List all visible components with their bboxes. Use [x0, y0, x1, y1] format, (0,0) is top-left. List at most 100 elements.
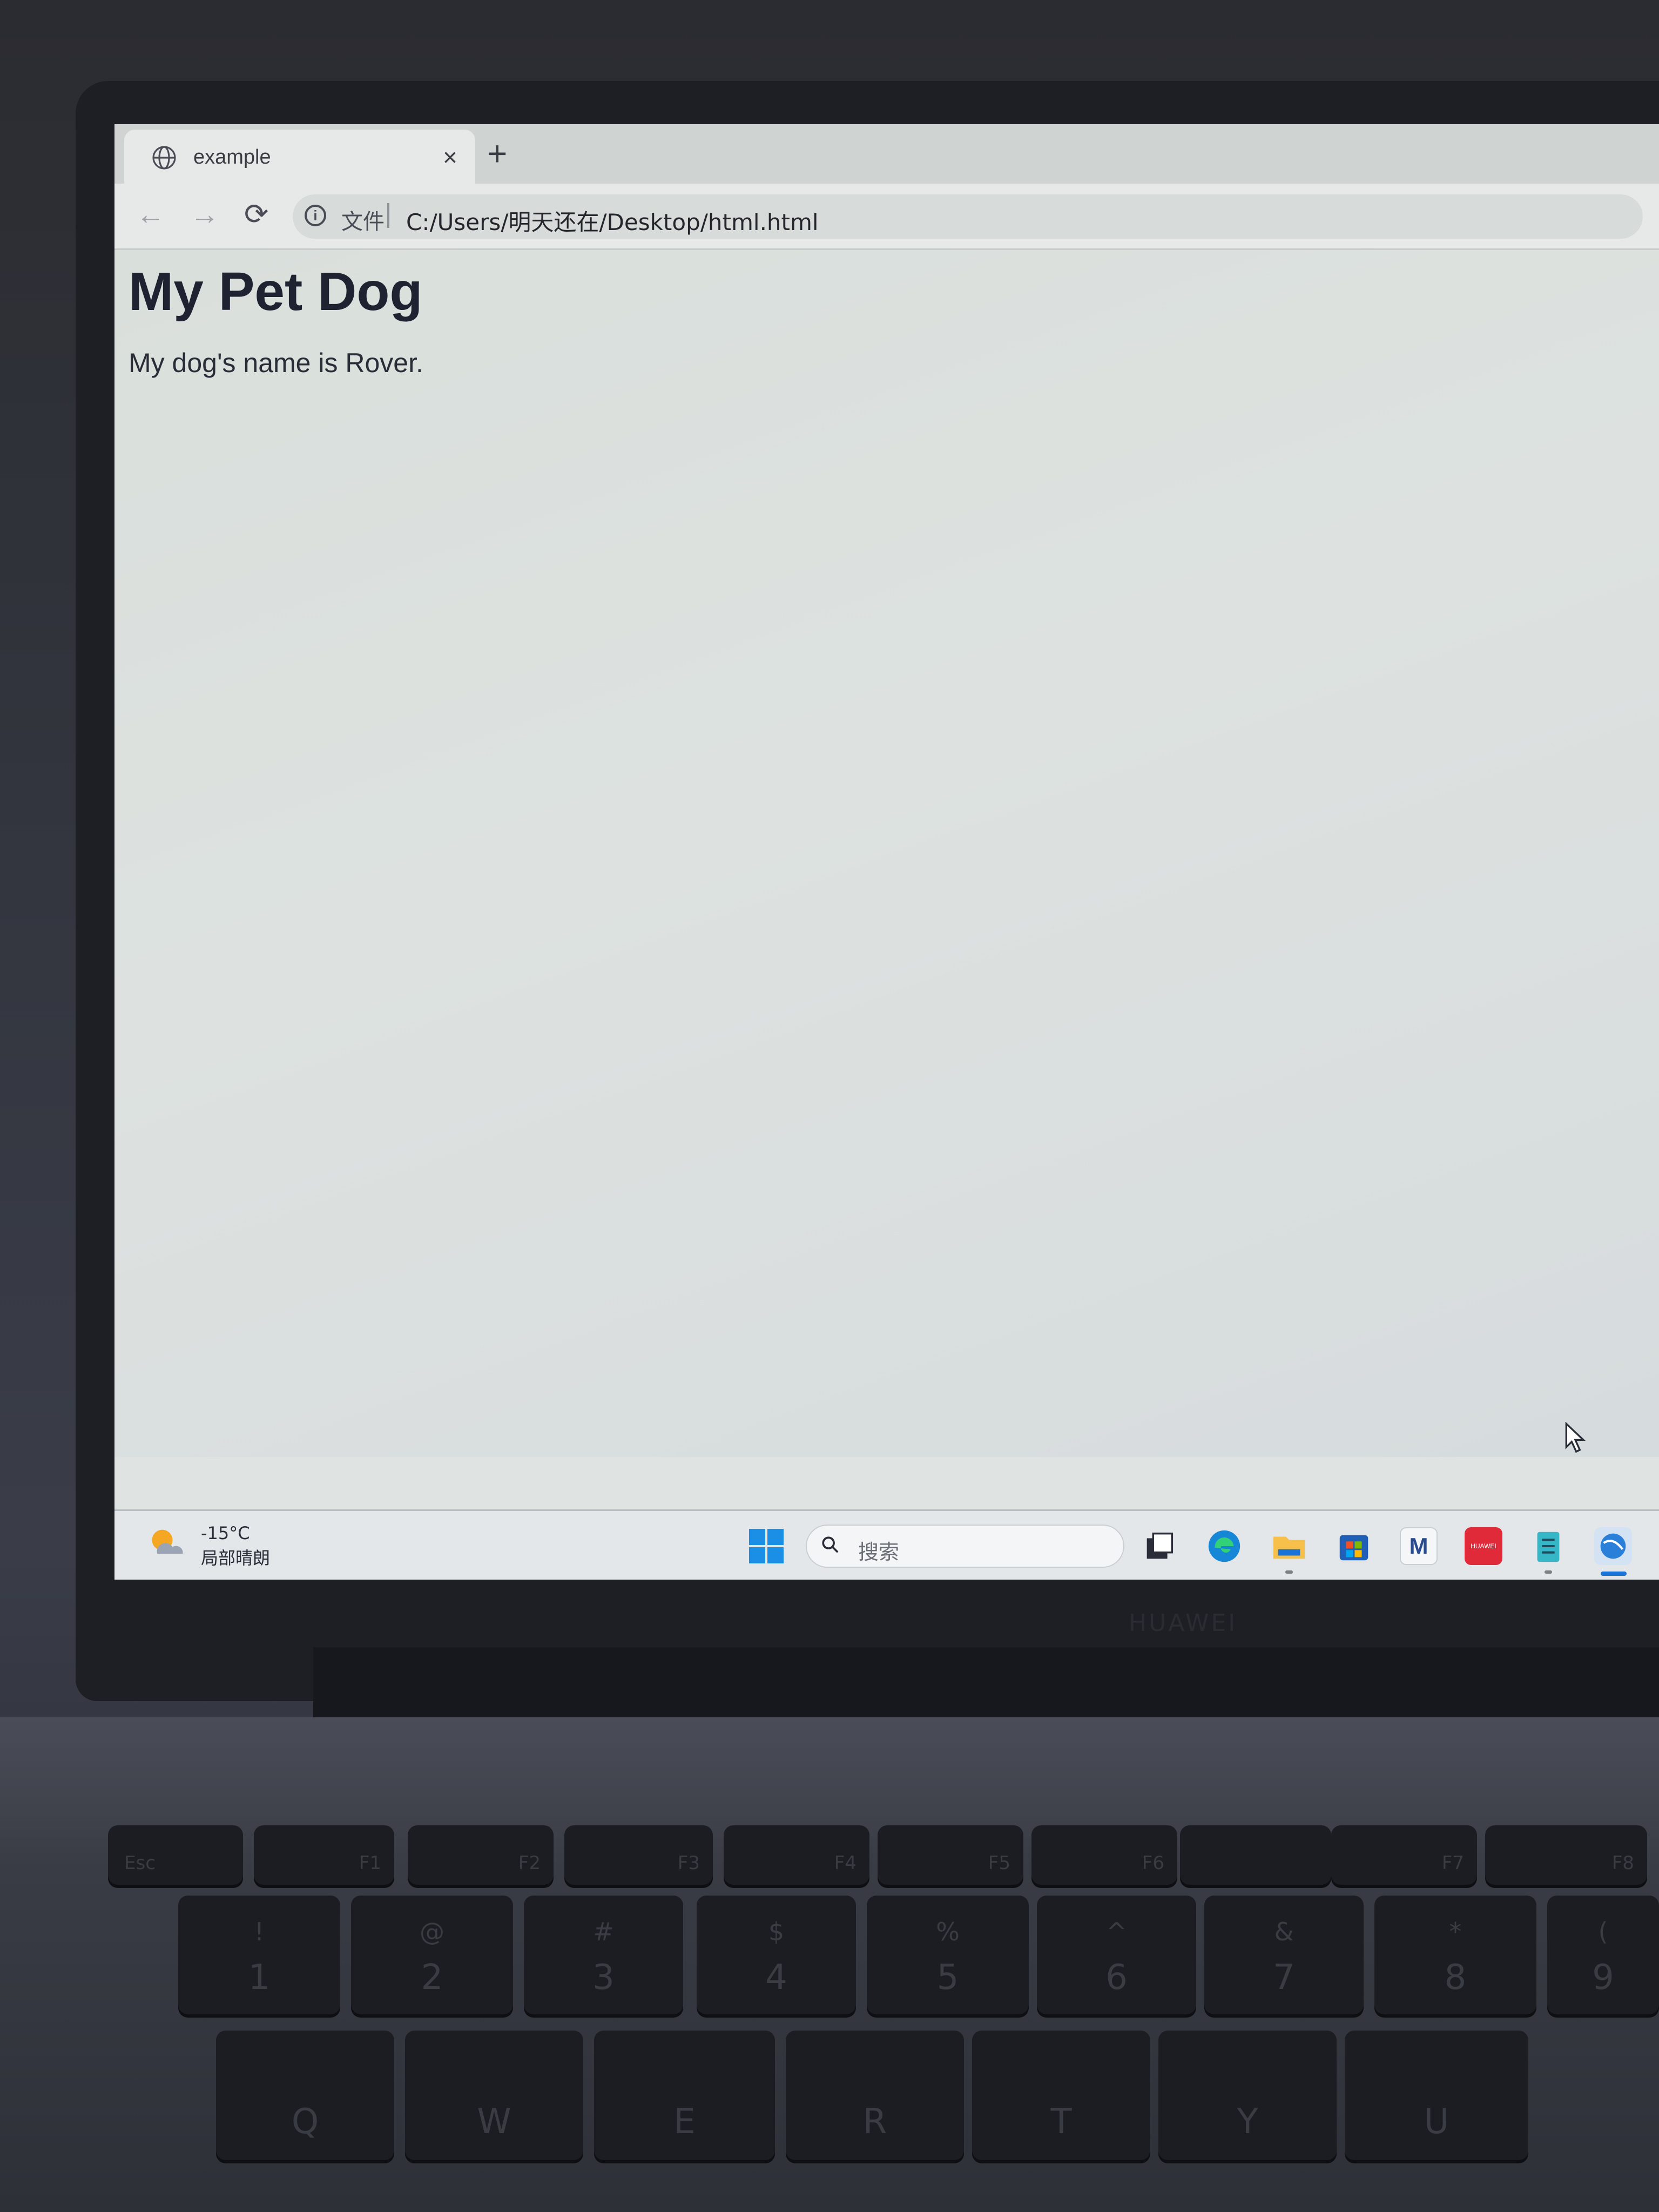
key-label: Y [1237, 2102, 1258, 2142]
start-tile [767, 1547, 784, 1563]
file-explorer-icon[interactable] [1270, 1527, 1308, 1565]
key-label: 8 [1444, 1958, 1467, 1998]
key-8[interactable]: * 8 [1374, 1896, 1536, 2014]
key-label: F6 [1142, 1852, 1164, 1874]
key-1[interactable]: ! 1 [178, 1896, 340, 2014]
key-f5[interactable]: F5 [878, 1825, 1023, 1885]
key-label: F5 [988, 1852, 1010, 1874]
key-w[interactable]: W [405, 2031, 583, 2160]
key-f3[interactable]: F3 [564, 1825, 713, 1885]
start-tile [749, 1547, 765, 1563]
tab-example[interactable]: example × [124, 130, 475, 184]
active-browser-icon[interactable] [1594, 1527, 1632, 1565]
photo-background: Esc F1 F2 F3 F4 F5 F6 F7 F8 ! 1 @2 #3 $4 … [0, 0, 1659, 2212]
key-label: Esc [124, 1852, 156, 1874]
key-9[interactable]: (9 [1547, 1896, 1659, 2014]
huawei-appgallery-icon[interactable]: HUAWEI [1465, 1527, 1502, 1565]
key-shift-label: ! [254, 1917, 265, 1946]
globe-icon [152, 146, 176, 170]
key-u[interactable]: U [1345, 2031, 1528, 2160]
reload-button[interactable]: ⟳ [244, 200, 268, 229]
new-tab-button[interactable]: + [487, 136, 507, 171]
key-r[interactable]: R [786, 2031, 964, 2160]
key-label: R [862, 2102, 887, 2142]
key-label: 5 [936, 1958, 959, 1998]
page-title: My Pet Dog [129, 261, 423, 322]
key-f4[interactable]: F4 [724, 1825, 869, 1885]
key-label: F4 [834, 1852, 857, 1874]
key-camera[interactable] [1180, 1825, 1331, 1885]
start-button[interactable] [749, 1529, 784, 1563]
taskbar-search[interactable]: 搜索 [806, 1525, 1124, 1568]
mouse-cursor-icon [1565, 1422, 1586, 1453]
address-separator [387, 203, 389, 228]
key-3[interactable]: #3 [524, 1896, 683, 2014]
key-label: 9 [1592, 1958, 1614, 1998]
weather-partly-sunny-icon[interactable] [147, 1523, 188, 1564]
key-shift-label: # [593, 1917, 614, 1946]
key-7[interactable]: & 7 [1204, 1896, 1364, 2014]
laptop-screen: example × + ← → ⟳ i 文件 C:/Users/明天还在/Des… [114, 124, 1659, 1580]
key-label: 7 [1273, 1958, 1295, 1998]
laptop-hinge [313, 1647, 1659, 1717]
key-label: E [673, 2102, 696, 2142]
taskbar: -15°C 局部晴朗 搜索 M HUAWEI [114, 1509, 1659, 1580]
key-label: F8 [1611, 1852, 1634, 1874]
m-app-icon[interactable]: M [1400, 1527, 1438, 1565]
tab-close-icon[interactable]: × [443, 143, 457, 172]
key-label: T [1050, 2102, 1072, 2142]
key-shift-label: ( [1598, 1917, 1608, 1946]
key-t[interactable]: T [972, 2031, 1150, 2160]
key-2[interactable]: @2 [351, 1896, 513, 2014]
edge-browser-icon[interactable] [1205, 1527, 1243, 1565]
key-f6[interactable]: F6 [1031, 1825, 1177, 1885]
key-y[interactable]: Y [1158, 2031, 1337, 2160]
key-label: F2 [518, 1852, 541, 1874]
key-label: F1 [359, 1852, 381, 1874]
key-shift-label: & [1274, 1917, 1294, 1946]
key-label: Q [291, 2102, 319, 2142]
tab-title: example [193, 146, 271, 168]
key-label: 1 [248, 1958, 271, 1998]
key-esc[interactable]: Esc [108, 1825, 243, 1885]
key-label: 2 [421, 1958, 443, 1998]
key-e[interactable]: E [594, 2031, 775, 2160]
laptop-brand-logo: HUAWEI [1129, 1609, 1238, 1637]
key-label: 4 [765, 1958, 787, 1998]
key-f1[interactable]: F1 [254, 1825, 394, 1885]
info-icon[interactable]: i [305, 205, 326, 226]
microsoft-store-icon[interactable] [1335, 1527, 1373, 1565]
key-shift-label: * [1449, 1917, 1462, 1946]
running-indicator [1545, 1570, 1552, 1574]
key-shift-label: $ [768, 1917, 785, 1946]
page-paragraph: My dog's name is Rover. [129, 348, 423, 378]
task-view-icon[interactable] [1141, 1527, 1178, 1565]
browser-tabstrip: example × + [114, 124, 1659, 184]
page-content: My Pet Dog My dog's name is Rover. [114, 250, 1659, 1457]
search-placeholder: 搜索 [858, 1540, 900, 1564]
key-6[interactable]: ^ 6 [1037, 1896, 1196, 2014]
key-f2[interactable]: F2 [408, 1825, 554, 1885]
scheme-label: 文件 [341, 210, 385, 234]
weather-condition: 局部晴朗 [201, 1548, 271, 1568]
start-tile [749, 1529, 765, 1545]
key-f8[interactable]: F8 [1485, 1825, 1647, 1885]
address-bar[interactable]: i 文件 C:/Users/明天还在/Desktop/html.html [293, 194, 1643, 239]
running-indicator [1285, 1570, 1293, 1574]
key-shift-label: ^ [1106, 1917, 1127, 1946]
key-label: F3 [677, 1852, 700, 1874]
forward-button[interactable]: → [190, 200, 219, 229]
key-q[interactable]: Q [216, 2031, 394, 2160]
key-shift-label: % [936, 1917, 960, 1946]
start-tile [767, 1529, 784, 1545]
search-icon [822, 1536, 839, 1553]
back-button[interactable]: ← [136, 200, 165, 229]
key-4[interactable]: $4 [697, 1896, 856, 2014]
notepad-icon[interactable] [1529, 1527, 1567, 1565]
active-app-indicator [1601, 1572, 1627, 1576]
url-text[interactable]: C:/Users/明天还在/Desktop/html.html [406, 204, 819, 237]
key-shift-label: @ [420, 1917, 444, 1946]
key-label: 6 [1105, 1958, 1128, 1998]
key-5[interactable]: % 5 [867, 1896, 1029, 2014]
key-f7[interactable]: F7 [1331, 1825, 1477, 1885]
